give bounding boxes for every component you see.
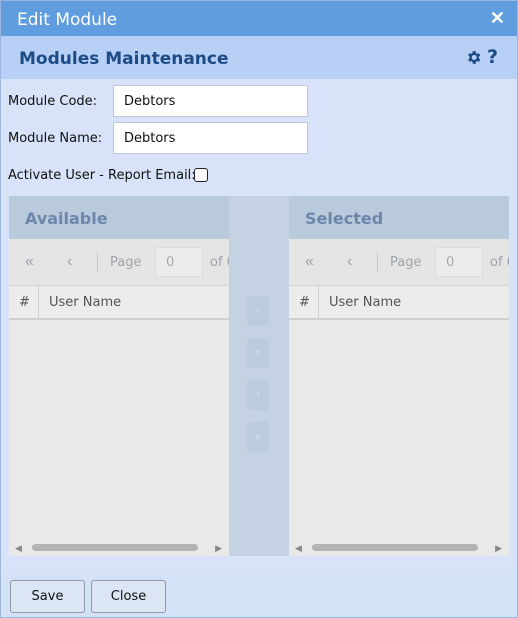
column-user-name[interactable]: User Name xyxy=(49,295,121,310)
available-scrollbar[interactable]: ◀ ▶ xyxy=(9,540,229,556)
move-left-icon[interactable]: ‹ xyxy=(247,380,269,410)
selected-panel: Selected « ‹ Page 0 of 0 # User Name ◀ ▶ xyxy=(289,196,509,556)
page-title: Modules Maintenance xyxy=(19,49,229,69)
page-input[interactable]: 0 xyxy=(435,247,483,277)
header-bar: Modules Maintenance ? xyxy=(1,36,517,79)
edit-module-dialog: Edit Module ✕ Modules Maintenance ? Modu… xyxy=(0,0,518,618)
first-page-icon[interactable]: « xyxy=(305,253,314,271)
page-label: Page xyxy=(110,255,142,270)
move-right-icon[interactable]: › xyxy=(247,296,269,326)
footer-bar: Save Close xyxy=(1,572,517,617)
prev-page-icon[interactable]: ‹ xyxy=(67,253,72,271)
module-code-label: Module Code: xyxy=(8,94,98,109)
help-icon[interactable]: ? xyxy=(487,46,498,68)
selected-header: Selected xyxy=(289,196,509,239)
move-all-left-icon[interactable]: « xyxy=(247,422,269,452)
module-name-label: Module Name: xyxy=(8,131,103,146)
scroll-left-icon[interactable]: ◀ xyxy=(15,543,22,554)
pager-divider xyxy=(97,252,98,272)
selected-pager: « ‹ Page 0 of 0 xyxy=(289,239,509,286)
available-panel: Available « ‹ Page 0 of 0 # User Name ◀ … xyxy=(9,196,229,556)
scroll-right-icon[interactable]: ▶ xyxy=(495,543,502,554)
available-column-header: # User Name xyxy=(9,286,229,320)
scroll-left-icon[interactable]: ◀ xyxy=(295,543,302,554)
gear-icon[interactable] xyxy=(465,49,482,66)
window-title: Edit Module xyxy=(17,10,118,30)
available-title: Available xyxy=(25,209,108,228)
move-all-right-icon[interactable]: » xyxy=(247,338,269,368)
prev-page-icon[interactable]: ‹ xyxy=(347,253,352,271)
selected-scrollbar[interactable]: ◀ ▶ xyxy=(289,540,509,556)
page-count-label: of 0 xyxy=(210,255,229,270)
form-area: Module Code: Debtors Module Name: Debtor… xyxy=(1,79,517,572)
close-button[interactable]: Close xyxy=(91,580,166,613)
selected-column-header: # User Name xyxy=(289,286,509,320)
title-bar[interactable]: Edit Module ✕ xyxy=(1,1,517,36)
page-count-label: of 0 xyxy=(490,255,509,270)
module-code-field[interactable]: Debtors xyxy=(113,85,308,117)
close-icon[interactable]: ✕ xyxy=(490,9,505,27)
scroll-right-icon[interactable]: ▶ xyxy=(215,543,222,554)
module-name-field[interactable]: Debtors xyxy=(113,122,308,154)
transfer-column: › » ‹ « xyxy=(229,196,289,556)
save-button[interactable]: Save xyxy=(10,580,85,613)
column-number[interactable]: # xyxy=(299,295,310,310)
scroll-thumb[interactable] xyxy=(312,544,478,551)
activate-email-label: Activate User - Report Email: xyxy=(8,168,196,183)
first-page-icon[interactable]: « xyxy=(25,253,34,271)
column-divider xyxy=(38,286,39,320)
selected-title: Selected xyxy=(305,209,384,228)
activate-email-checkbox[interactable] xyxy=(194,168,208,182)
pager-divider xyxy=(377,252,378,272)
column-user-name[interactable]: User Name xyxy=(329,295,401,310)
column-number[interactable]: # xyxy=(19,295,30,310)
available-pager: « ‹ Page 0 of 0 xyxy=(9,239,229,286)
available-header: Available xyxy=(9,196,229,239)
page-label: Page xyxy=(390,255,422,270)
column-divider xyxy=(318,286,319,320)
page-input[interactable]: 0 xyxy=(155,247,203,277)
scroll-thumb[interactable] xyxy=(32,544,198,551)
